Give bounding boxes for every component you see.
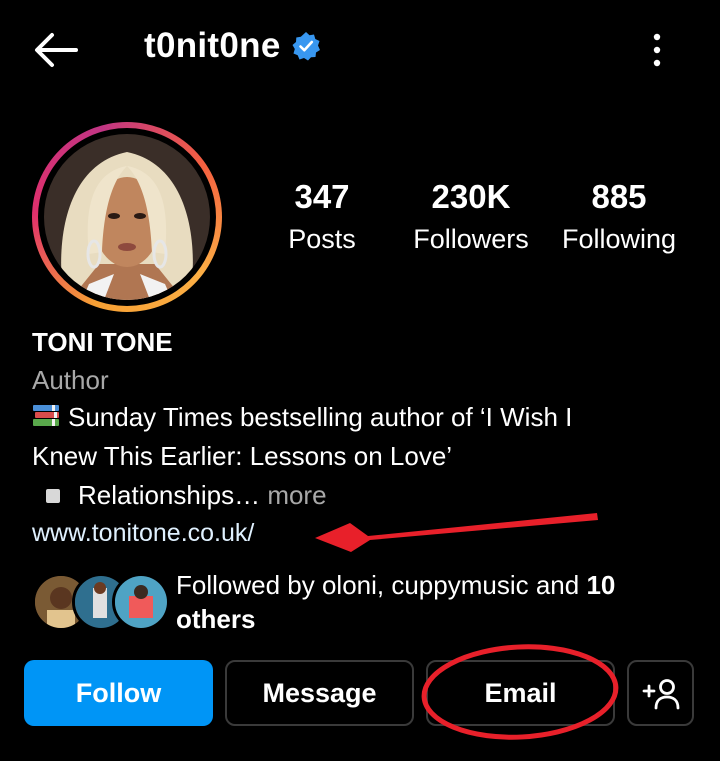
followers-count: 230K (431, 178, 511, 215)
following-stat[interactable]: 885 Following (556, 178, 682, 258)
email-button[interactable]: Email (426, 660, 615, 726)
follow-button[interactable]: Follow (24, 660, 213, 726)
posts-count: 347 (294, 178, 350, 215)
profile-page: t0nit0ne 347 Posts 230K Followers 885 Fo… (0, 0, 720, 761)
followed-by[interactable]: Followed by oloni, cuppymusic and 10 othe… (32, 568, 692, 638)
bio-text-3: Relationships… (78, 480, 261, 510)
bio-text-1: Sunday Times bestselling author of ‘I Wi… (68, 402, 573, 432)
bio-line-2: Knew This Earlier: Lessons on Love’ (32, 441, 453, 471)
add-person-icon (642, 679, 679, 710)
more-link[interactable]: more (260, 480, 326, 510)
white-square-icon (46, 488, 60, 503)
verified-badge-icon (292, 32, 320, 61)
followed-by-prefix: Followed by oloni, cuppymusic and (176, 570, 587, 600)
followers-stat[interactable]: 230K Followers (406, 178, 536, 258)
profile-header: t0nit0ne (0, 0, 720, 100)
books-emoji-icon (33, 405, 59, 426)
bio-section: TONI TONE Author Sunday Times bestsellin… (32, 322, 692, 551)
following-count: 885 (591, 178, 647, 215)
posts-label: Posts (288, 224, 356, 254)
posts-stat[interactable]: 347 Posts (276, 178, 368, 258)
followers-label: Followers (413, 224, 529, 254)
arrow-left-icon (35, 33, 78, 67)
display-name: TONI TONE (32, 327, 173, 357)
following-label: Following (561, 224, 677, 254)
followed-by-count: 10 (586, 570, 616, 600)
add-user-button[interactable] (627, 660, 694, 726)
username-group: t0nit0ne (144, 26, 321, 66)
more-options-button[interactable] (640, 28, 674, 72)
profile-avatar (44, 134, 210, 300)
message-button[interactable]: Message (225, 660, 414, 726)
back-button[interactable] (28, 28, 84, 72)
followed-by-suffix: others (176, 604, 256, 634)
username: t0nit0ne (144, 26, 281, 65)
category-label: Author (32, 365, 109, 395)
bio-line-3: Relationships… more (32, 476, 692, 515)
story-ring[interactable] (32, 122, 222, 312)
followed-by-text: Followed by oloni, cuppymusic and 10 othe… (176, 568, 692, 636)
more-vertical-icon (653, 33, 661, 67)
website-link[interactable]: www.tonitone.co.uk/ (32, 515, 692, 551)
bio-line-1: Sunday Times bestselling author of ‘I Wi… (32, 398, 692, 437)
follower-avatar (112, 573, 170, 631)
